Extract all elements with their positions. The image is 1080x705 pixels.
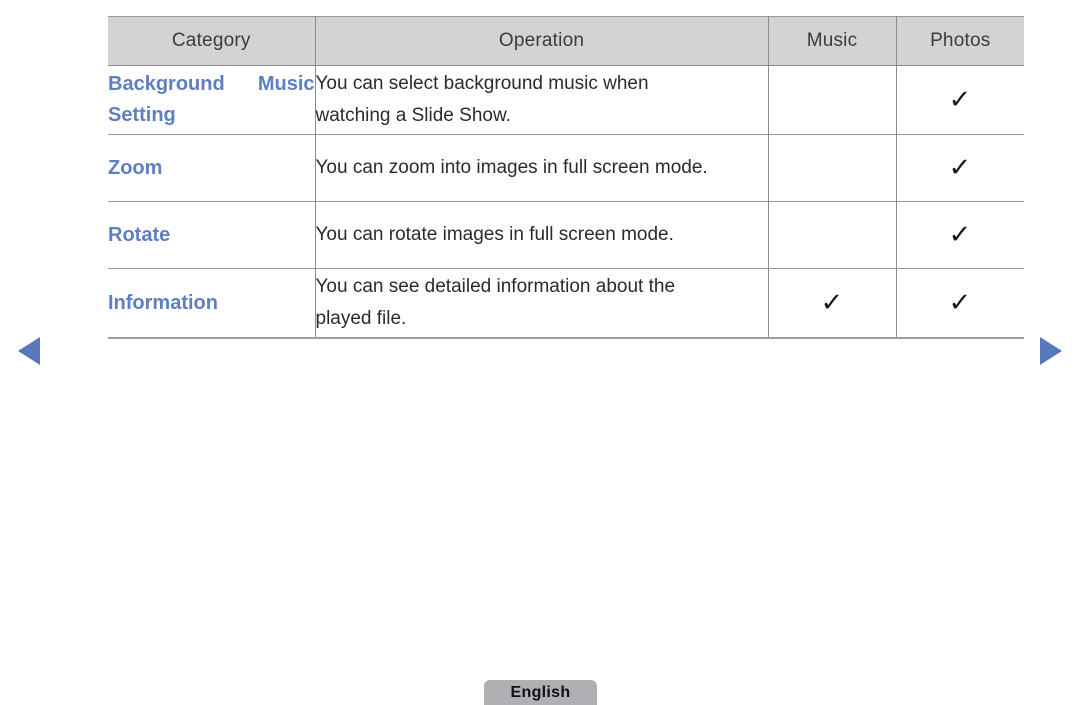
column-header-photos: Photos <box>895 16 1024 66</box>
operation-line: You can rotate images in full screen mod… <box>315 224 674 245</box>
cell-operation: You can see detailed information about t… <box>314 268 769 338</box>
triangle-left-icon[interactable] <box>18 337 40 365</box>
table-row: Information You can see detailed informa… <box>108 268 1024 338</box>
language-button[interactable]: English <box>484 680 597 705</box>
cell-operation: You can zoom into images in full screen … <box>314 134 769 202</box>
cell-category: Background Music Setting <box>108 65 316 135</box>
category-line: Zoom <box>108 156 163 179</box>
cell-category: Rotate <box>108 201 316 269</box>
table-row: Rotate You can rotate images in full scr… <box>108 201 1024 269</box>
operation-line: You can zoom into images in full screen … <box>315 157 708 178</box>
table-header-row: Category Operation Music Photos <box>108 16 1024 66</box>
table-row: Background Music Setting You can select … <box>108 65 1024 135</box>
feature-table: Category Operation Music Photos Backgrou… <box>108 16 1024 339</box>
column-header-operation: Operation <box>314 16 769 66</box>
category-line: Rotate <box>108 223 171 246</box>
table-header: Category Operation Music Photos <box>108 16 1024 66</box>
cell-music <box>767 201 897 269</box>
triangle-right-icon[interactable] <box>1040 337 1062 365</box>
checkmark-icon: ✓ <box>948 288 972 318</box>
column-header-category: Category <box>108 16 316 66</box>
column-header-music: Music <box>767 16 897 66</box>
operation-line: You can see detailed information about t… <box>315 276 676 297</box>
checkmark-icon: ✓ <box>948 85 972 115</box>
table-body: Background Music Setting You can select … <box>108 65 1024 338</box>
checkmark-icon: ✓ <box>948 220 972 250</box>
cell-music <box>767 65 897 135</box>
cell-photos: ✓ <box>895 134 1024 202</box>
cell-photos: ✓ <box>895 201 1024 269</box>
checkmark-icon: ✓ <box>948 153 972 183</box>
cell-category: Information <box>108 268 316 338</box>
category-line: Setting <box>108 104 176 126</box>
operation-line: played file. <box>315 308 407 329</box>
cell-music: ✓ <box>767 268 897 338</box>
cell-music <box>767 134 897 202</box>
table-row: Zoom You can zoom into images in full sc… <box>108 134 1024 202</box>
operation-line: watching a Slide Show. <box>315 105 511 126</box>
operation-line: You can select background music when <box>315 73 649 94</box>
page-root: Category Operation Music Photos Backgrou… <box>0 0 1080 705</box>
cell-operation: You can select background music when wat… <box>314 65 769 135</box>
category-line: Background Music <box>108 73 315 95</box>
cell-operation: You can rotate images in full screen mod… <box>314 201 769 269</box>
cell-photos: ✓ <box>895 268 1024 338</box>
cell-category: Zoom <box>108 134 316 202</box>
checkmark-icon: ✓ <box>820 288 844 318</box>
cell-photos: ✓ <box>895 65 1024 135</box>
category-line: Information <box>108 291 218 314</box>
